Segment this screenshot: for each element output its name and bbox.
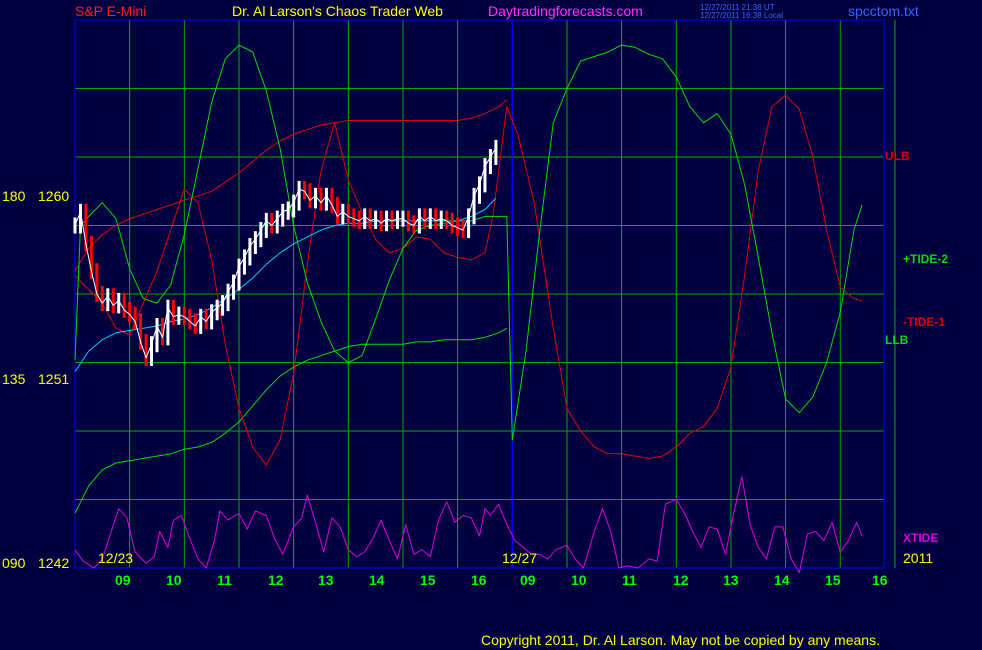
y-label-price-1242: 1242 xyxy=(38,555,70,571)
x-tick-d1-12: 12 xyxy=(268,572,284,588)
chart-canvas xyxy=(73,19,896,574)
y-label-angle-135: 135 xyxy=(2,371,26,387)
y-label-angle-090: 090 xyxy=(2,555,26,571)
x-tick-d1-15: 15 xyxy=(420,572,436,588)
chart-symbol: S&P E-Mini xyxy=(75,3,147,19)
series-label-tide-minus-1: -TIDE-1 xyxy=(903,315,945,329)
series-llb-line xyxy=(74,327,508,514)
x-tick-d2-16: 16 xyxy=(872,572,888,588)
series-moving-average-line xyxy=(74,197,497,372)
series-xtide-line xyxy=(74,476,863,574)
copyright-notice: Copyright 2011, Dr. Al Larson. May not b… xyxy=(481,632,880,648)
y-label-angle-180: 180 xyxy=(2,188,26,204)
series-tide-minus-1-line xyxy=(74,94,863,466)
data-file-name: spcctom.txt xyxy=(848,3,919,19)
x-tick-d1-16: 16 xyxy=(471,572,487,588)
x-tick-d2-11: 11 xyxy=(622,572,637,588)
x-tick-d2-14: 14 xyxy=(774,572,790,588)
series-label-ulb: ULB xyxy=(885,149,910,163)
x-tick-d2-12: 12 xyxy=(673,572,689,588)
x-tick-d1-11: 11 xyxy=(217,572,232,588)
x-tick-d2-13: 13 xyxy=(723,572,739,588)
y-label-price-1260: 1260 xyxy=(38,188,70,204)
series-label-tide-plus-2: +TIDE-2 xyxy=(903,252,949,266)
x-tick-d1-13: 13 xyxy=(318,572,334,588)
date-label-1227: 12/27 xyxy=(502,550,538,566)
x-tick-d2-15: 15 xyxy=(825,572,841,588)
x-tick-d1-10: 10 xyxy=(166,572,182,588)
x-tick-d1-14: 14 xyxy=(369,572,385,588)
series-tide-plus-2-line xyxy=(74,44,863,441)
x-tick-d1-09: 09 xyxy=(115,572,131,588)
y-label-price-1251: 1251 xyxy=(38,371,70,387)
year-label: 2011 xyxy=(903,550,934,566)
series-label-llb: LLB xyxy=(885,333,909,347)
x-tick-d2-09: 09 xyxy=(520,572,536,588)
series-label-xtide: XTIDE xyxy=(903,531,939,545)
chart-title: Dr. Al Larson's Chaos Trader Web xyxy=(232,3,443,19)
local-timestamp: 12/27/2011 16:38 Local xyxy=(700,11,784,20)
site-name: Daytradingforecasts.com xyxy=(488,3,643,19)
date-label-1223: 12/23 xyxy=(98,550,134,566)
x-tick-d2-10: 10 xyxy=(571,572,587,588)
